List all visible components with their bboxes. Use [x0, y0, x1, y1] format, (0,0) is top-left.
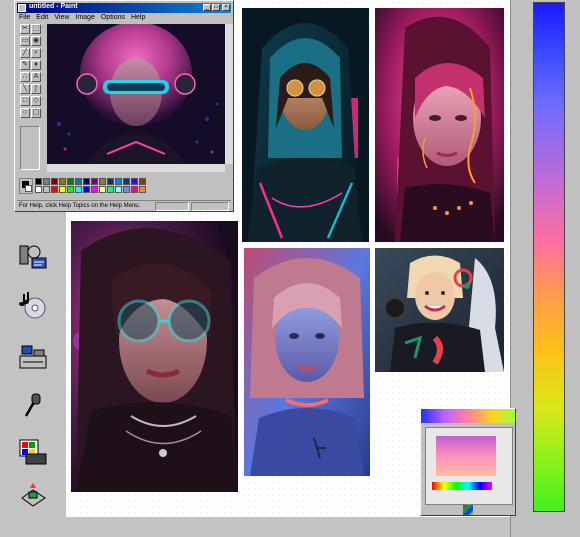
paint-vertical-scrollbar[interactable]	[225, 24, 233, 164]
menu-file[interactable]: File	[19, 14, 30, 23]
pencil-icon[interactable]: ✎	[20, 60, 30, 70]
eraser-icon[interactable]: ▭	[20, 36, 30, 46]
select-icon[interactable]: ⬚	[31, 24, 41, 34]
color-spectrum-bar[interactable]	[533, 2, 565, 512]
fill-icon[interactable]: ◉	[31, 36, 41, 46]
volume-control-icon[interactable]	[18, 436, 48, 466]
menu-help[interactable]: Help	[131, 14, 145, 23]
palette-swatch[interactable]	[43, 186, 50, 193]
palette-swatch[interactable]	[131, 186, 138, 193]
paint-status-bar: For Help, click Help Topics on the Help …	[17, 200, 231, 211]
palette-swatch[interactable]	[83, 186, 90, 193]
menu-image[interactable]: Image	[75, 14, 94, 23]
free-select-icon[interactable]: ✂	[20, 24, 30, 34]
cd-player-icon[interactable]	[18, 290, 48, 320]
thumbnail-app-icon	[463, 505, 473, 515]
palette-swatch[interactable]	[123, 186, 130, 193]
photo-round-glasses-girl[interactable]	[71, 221, 238, 492]
choker-girl-art	[244, 248, 370, 476]
round-glasses-girl-art	[71, 221, 238, 492]
curve-icon[interactable]: ∫	[31, 84, 41, 94]
palette-swatch[interactable]	[115, 178, 122, 185]
paint-horizontal-scrollbar[interactable]	[47, 164, 225, 172]
minimize-button[interactable]: _	[203, 4, 211, 11]
palette-swatch[interactable]	[99, 186, 106, 193]
palette-swatch[interactable]	[139, 178, 146, 185]
palette-swatch[interactable]	[107, 186, 114, 193]
menu-options[interactable]: Options	[101, 14, 125, 23]
thumbnail-image	[436, 436, 496, 476]
thumbnail-gradient-bar	[421, 409, 515, 423]
palette-swatch[interactable]	[43, 178, 50, 185]
text-icon[interactable]: A	[31, 72, 41, 82]
magnifier-icon[interactable]: ⌕	[31, 48, 41, 58]
palette-swatch[interactable]	[59, 178, 66, 185]
palette-swatch[interactable]	[67, 178, 74, 185]
windows-setup-icon[interactable]	[18, 480, 48, 510]
close-button[interactable]: ×	[222, 4, 230, 11]
rectangle-icon[interactable]: □	[20, 96, 30, 106]
palette-swatch[interactable]	[107, 178, 114, 185]
brush-icon[interactable]: ♦	[31, 60, 41, 70]
paint-title-bar[interactable]: untitled - Paint _ □ ×	[17, 3, 231, 13]
sound-recorder-icon[interactable]	[18, 390, 48, 420]
visor-girl-artwork	[47, 24, 225, 164]
photo-neon-face-lines-girl[interactable]	[375, 8, 504, 242]
photo-choker-girl[interactable]	[244, 248, 370, 476]
palette-swatch[interactable]	[35, 186, 42, 193]
status-text: For Help, click Help Topics on the Help …	[19, 203, 141, 209]
palette-swatch[interactable]	[91, 178, 98, 185]
neon-lines-girl-art	[375, 8, 504, 242]
palette-swatch[interactable]	[83, 178, 90, 185]
rounded-rectangle-icon[interactable]: ▢	[31, 108, 41, 118]
polygon-icon[interactable]: ◇	[31, 96, 41, 106]
thumbnail-window[interactable]	[420, 408, 516, 516]
ellipse-icon[interactable]: ○	[20, 108, 30, 118]
menu-view[interactable]: View	[54, 14, 69, 23]
paint-drawing-canvas[interactable]	[47, 24, 225, 164]
status-cell-size	[191, 202, 229, 211]
palette-swatch[interactable]	[123, 178, 130, 185]
palette-swatch[interactable]	[139, 186, 146, 193]
pick-color-icon[interactable]: ╱	[20, 48, 30, 58]
palette-swatch[interactable]	[35, 178, 42, 185]
line-icon[interactable]: ╲	[20, 84, 30, 94]
current-colors-indicator[interactable]	[19, 178, 33, 194]
multimedia-icon[interactable]	[18, 240, 48, 270]
paint-app-icon	[18, 4, 26, 12]
palette-swatch[interactable]	[59, 186, 66, 193]
maximize-button[interactable]: □	[212, 4, 220, 11]
palette-swatch[interactable]	[51, 186, 58, 193]
status-cell-coordinates	[155, 202, 189, 211]
paint-menubar: File Edit View Image Options Help	[19, 14, 145, 23]
menu-edit[interactable]: Edit	[36, 14, 48, 23]
airbrush-icon[interactable]: ∴	[20, 72, 30, 82]
photo-hooded-glasses-girl[interactable]	[242, 8, 369, 242]
color-palette	[19, 178, 159, 196]
palette-swatch[interactable]	[51, 178, 58, 185]
palette-swatch[interactable]	[115, 186, 122, 193]
racer-girl-art	[375, 248, 504, 372]
background-color-swatch	[25, 185, 32, 192]
palette-swatch[interactable]	[131, 178, 138, 185]
paint-window: untitled - Paint _ □ × File Edit View Im…	[14, 0, 234, 212]
media-player-icon[interactable]	[18, 342, 48, 372]
tool-options-box[interactable]	[20, 126, 40, 170]
palette-swatch[interactable]	[67, 186, 74, 193]
thumbnail-palette	[432, 482, 492, 490]
palette-swatch[interactable]	[75, 178, 82, 185]
palette-swatch[interactable]	[91, 186, 98, 193]
hooded-girl-art	[242, 8, 369, 242]
palette-swatch[interactable]	[99, 178, 106, 185]
palette-swatch[interactable]	[75, 186, 82, 193]
paint-title: untitled - Paint	[29, 3, 78, 10]
thumbnail-preview	[425, 427, 513, 505]
photo-racer-girl[interactable]	[375, 248, 504, 372]
